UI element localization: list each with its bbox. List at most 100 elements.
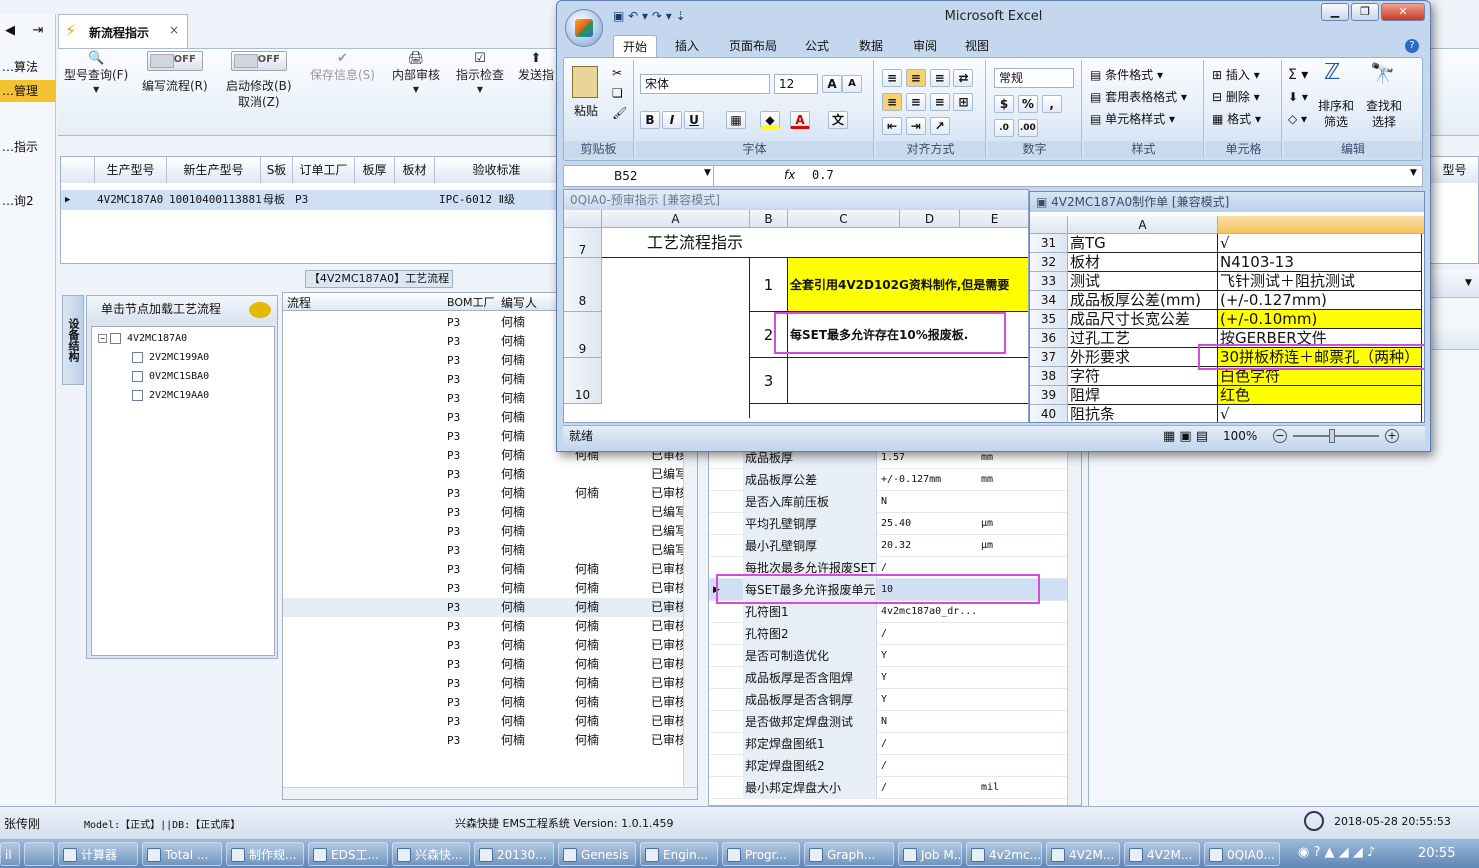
property-row[interactable]: 是否可制造优化 Y <box>709 645 1069 667</box>
taskbar-item[interactable]: 计算器 <box>58 842 138 866</box>
checkbox[interactable] <box>132 389 143 401</box>
find-select-button[interactable]: 查找和 选择 <box>1366 98 1402 130</box>
process-row[interactable]: −电子测试P3何楠已编写 <box>283 465 683 484</box>
tab-page-layout[interactable]: 页面布局 <box>723 35 783 57</box>
delete-cell-button[interactable]: ⊟ 删除 ▾ <box>1212 88 1260 106</box>
column-header[interactable]: 新生产型号 <box>167 157 261 183</box>
taskbar-item[interactable]: 4V2M... <box>1046 842 1120 866</box>
tree-node[interactable]: 2V2MC199A0 <box>132 348 209 367</box>
property-row[interactable]: 邦定焊盘图纸1/ <box>709 733 1069 755</box>
close-button[interactable]: ✕ <box>1381 3 1425 21</box>
process-row[interactable]: 外包装P3何楠何楠已审核 <box>283 712 683 731</box>
property-row[interactable]: 邦定焊盘图纸2/ <box>709 755 1069 777</box>
format-painter-icon[interactable]: 🖌 <box>612 104 627 122</box>
cut-icon[interactable]: ✂ <box>612 64 622 82</box>
property-row[interactable]: 平均孔壁铜厚 25.40 μm <box>709 513 1069 535</box>
sort-filter-button[interactable]: 排序和 筛选 <box>1318 98 1354 130</box>
process-row[interactable]: 成品清洗P3何楠何楠已审核 <box>283 560 683 579</box>
taskbar-item[interactable]: 4v2mc... <box>966 842 1042 866</box>
taskbar-item[interactable]: EDS工... <box>308 842 388 866</box>
horizontal-scrollbar[interactable] <box>283 787 697 799</box>
checkbox[interactable] <box>110 332 121 344</box>
chevron-down-icon[interactable]: ▼ <box>1465 278 1472 288</box>
process-row[interactable]: 入库P3何楠何楠已审核 <box>283 693 683 712</box>
column-header[interactable]: 订单工厂 <box>293 157 355 183</box>
checkbox[interactable] <box>132 370 143 382</box>
nav-item-algorithm[interactable]: …算法 <box>0 56 56 78</box>
decimal-icon[interactable]: .0 .00 <box>994 118 1038 137</box>
document-tab[interactable]: ⚡ 新流程指示 × <box>58 14 188 48</box>
property-row[interactable]: 孔符图2/ <box>709 623 1069 645</box>
table-format-button[interactable]: ▤ 套用表格格式 ▾ <box>1090 88 1187 106</box>
row-header[interactable]: 7 <box>564 228 602 258</box>
cell-style-button[interactable]: ▤ 单元格样式 ▾ <box>1090 110 1175 128</box>
name-box[interactable]: B52 <box>564 166 714 186</box>
italic-button[interactable]: I <box>662 110 682 129</box>
property-row[interactable]: 最小孔壁铜厚 20.32 μm <box>709 535 1069 557</box>
vertical-scrollbar[interactable] <box>1067 447 1081 805</box>
insert-cell-button[interactable]: ⊞ 插入 ▾ <box>1212 66 1260 84</box>
restore-button[interactable]: ❐ <box>1351 3 1379 21</box>
item-text[interactable]: 全套引用4V2D102G资料制作,但是需要 <box>788 258 1028 312</box>
item-number[interactable]: 1 <box>750 258 788 312</box>
process-row[interactable]: −成品仓P3何楠何楠已审核 <box>283 674 683 693</box>
nav-item-management[interactable]: …管理 <box>0 80 56 102</box>
process-row[interactable]: −终检P3何楠何楠已审核 <box>283 579 683 598</box>
side-tab-structure[interactable]: 设备结构 <box>62 295 84 385</box>
office-button[interactable] <box>565 9 603 47</box>
bold-button[interactable]: B <box>640 110 660 129</box>
tree-node-root[interactable]: −4V2MC187A0 <box>98 329 187 348</box>
column-header[interactable]: B <box>750 210 788 228</box>
taskbar-item[interactable]: Progr... <box>722 842 800 866</box>
item-number[interactable]: 3 <box>750 358 788 404</box>
item-text[interactable] <box>788 358 1028 404</box>
sheet-heading[interactable]: 工艺流程指示 <box>602 228 788 258</box>
select-all-corner[interactable] <box>564 210 602 228</box>
column-header[interactable]: 型号 <box>1431 157 1479 183</box>
property-row[interactable]: 成品板厚是否含铜厚 Y <box>709 689 1069 711</box>
fill-icon[interactable]: ⬇ ▾ <box>1288 88 1308 106</box>
column-header[interactable]: 生产型号 <box>95 157 167 183</box>
taskbar-item[interactable]: 制作规... <box>226 842 304 866</box>
tab-home[interactable]: 开始 <box>613 35 657 57</box>
grow-font-button[interactable]: AA <box>822 74 862 93</box>
formula-input[interactable]: 0.7 <box>812 168 834 182</box>
taskbar-item[interactable]: Graph... <box>804 842 894 866</box>
property-row[interactable]: 是否入库前压板 N <box>709 491 1069 513</box>
property-row[interactable]: 最小邦定焊盘大小 / mil <box>709 777 1069 799</box>
font-size-combo[interactable]: 12 <box>774 74 818 94</box>
cell[interactable] <box>602 258 750 418</box>
send-button[interactable]: ⬆ 发送指 <box>518 51 554 83</box>
taskbar-item[interactable]: Engin... <box>640 842 718 866</box>
process-row[interactable]: 功能检查P3何楠何楠已审核 <box>283 598 683 617</box>
minimize-button[interactable]: ▁ <box>1321 3 1349 21</box>
cell[interactable] <box>788 228 1028 258</box>
column-header[interactable]: 板厚 <box>355 157 395 183</box>
taskbar-item[interactable]: 兴森快... <box>392 842 470 866</box>
sort-filter-icon[interactable]: ℤ <box>1324 62 1340 84</box>
format-cell-button[interactable]: ▦ 格式 ▾ <box>1212 110 1261 128</box>
tab-insert[interactable]: 插入 <box>667 35 707 57</box>
zoom-in-icon[interactable]: + <box>1385 429 1399 443</box>
number-format-combo[interactable]: 常规 <box>994 68 1074 88</box>
column-header[interactable]: S板 <box>261 157 293 183</box>
indent-icon[interactable]: ⇤ ⇥ ↗ <box>882 116 950 135</box>
property-row[interactable]: 成品板厚公差 +/-0.127mm mm <box>709 469 1069 491</box>
column-header[interactable]: E <box>960 210 1028 228</box>
border-icon[interactable]: ▦ <box>726 110 746 129</box>
chevron-down-icon[interactable]: ▼ <box>704 168 711 178</box>
instruction-check-button[interactable]: ☑ 指示检查 ▼ <box>456 51 504 97</box>
align-left-icon[interactable]: ≡ ≡ ≡ ⊞ <box>882 92 974 111</box>
paste-button[interactable]: 粘贴 <box>574 102 598 120</box>
model-query-button[interactable]: 🔍 型号查询(F) ▼ <box>64 51 128 97</box>
nav-item-instruction[interactable]: …指示 <box>0 136 56 158</box>
taskbar-item[interactable]: 0QIA0... <box>1204 842 1280 866</box>
select-all-corner[interactable] <box>1030 216 1068 234</box>
row-header[interactable]: 8 <box>564 258 602 312</box>
align-top-icon[interactable]: ≡ ≡ ≡ ⇄ <box>882 68 974 87</box>
nav-item-query[interactable]: …询2 <box>0 190 56 212</box>
column-header[interactable]: 流程 <box>287 294 311 311</box>
expand-formula-icon[interactable]: ▼ <box>1410 168 1417 178</box>
column-header[interactable]: D <box>900 210 960 228</box>
column-header[interactable]: A <box>1068 216 1218 234</box>
